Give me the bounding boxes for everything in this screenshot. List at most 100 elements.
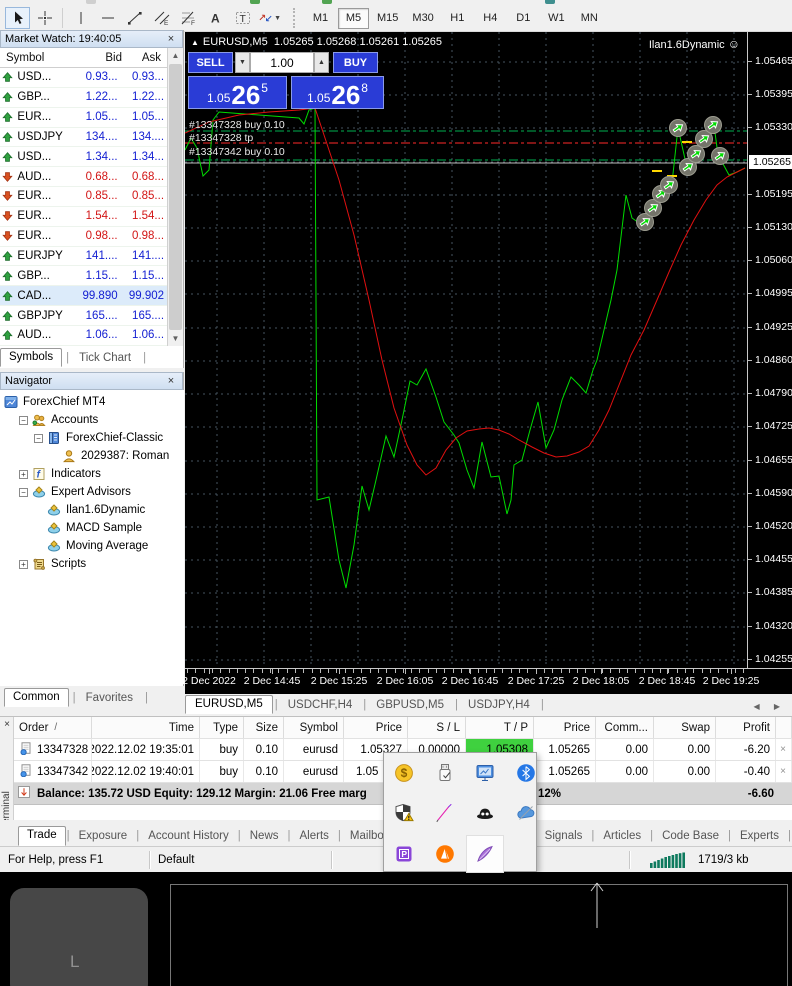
column-symbol[interactable]: Symbol — [284, 717, 344, 738]
currency-dollar-icon[interactable]: $ — [385, 754, 423, 792]
navigator-item-indicators[interactable]: +fIndicators — [0, 465, 184, 483]
timeframe-m1-button[interactable]: M1 — [305, 8, 336, 29]
close-icon[interactable]: × — [164, 33, 178, 45]
sell-price-display[interactable]: 1.05 26 5 — [188, 76, 287, 109]
terminal-tab-articles[interactable]: Articles — [595, 828, 649, 846]
close-icon[interactable]: × — [0, 719, 14, 730]
bluetooth-icon[interactable] — [507, 754, 545, 792]
column-s-l[interactable]: S / L — [408, 717, 466, 738]
price-axis[interactable]: 1.054651.053951.053301.052651.051951.051… — [747, 32, 792, 668]
timeframe-m5-button[interactable]: M5 — [338, 8, 369, 29]
market-watch-scrollbar[interactable]: ▲ ▼ — [167, 48, 183, 346]
clipboard-manager-icon[interactable]: P — [385, 835, 423, 873]
column-t-p[interactable]: T / P — [466, 717, 534, 738]
market-watch-row[interactable]: USD...0.93...0.93... — [0, 68, 168, 88]
column-comm-[interactable]: Comm... — [596, 717, 654, 738]
column-ask[interactable]: Ask — [122, 52, 166, 64]
stylus-pen-icon[interactable] — [426, 794, 464, 832]
terminal-tab-alerts[interactable]: Alerts — [292, 828, 337, 846]
timeframe-d1-button[interactable]: D1 — [508, 8, 539, 29]
scroll-up-icon[interactable]: ▲ — [168, 48, 183, 63]
market-watch-row[interactable]: EUR...0.98...0.98... — [0, 227, 168, 247]
collapse-icon[interactable]: − — [19, 488, 28, 497]
cloud-offline-icon[interactable] — [507, 794, 545, 832]
timeframe-h1-button[interactable]: H1 — [442, 8, 473, 29]
navigator-item-expert-advisors[interactable]: −Expert Advisors — [0, 483, 184, 501]
feather-tool-icon[interactable] — [466, 835, 504, 873]
tab-tick-chart[interactable]: Tick Chart — [71, 350, 139, 367]
column-size[interactable]: Size — [244, 717, 284, 738]
chart-tab-usdchf-h4[interactable]: USDCHF,H4 — [279, 697, 362, 714]
terminal-tab-experts[interactable]: Experts — [732, 828, 787, 846]
column-price[interactable]: Price — [534, 717, 596, 738]
volume-increase-icon[interactable]: ▲ — [314, 52, 329, 73]
chart-expand-icon[interactable]: ▲ — [191, 38, 199, 47]
terminal-tab-code-base[interactable]: Code Base — [654, 828, 727, 846]
timeframe-m30-button[interactable]: M30 — [406, 8, 439, 29]
navigator-item-moving-average[interactable]: Moving Average — [0, 537, 184, 555]
navigator-item-accounts[interactable]: −Accounts — [0, 411, 184, 429]
market-watch-row[interactable]: GBPJPY165....165.... — [0, 306, 168, 326]
column-time[interactable]: Time — [92, 717, 200, 738]
scroll-down-icon[interactable]: ▼ — [168, 331, 183, 346]
tool-vertical-line-button[interactable] — [68, 7, 93, 29]
timeframe-w1-button[interactable]: W1 — [541, 8, 572, 29]
up-arrow-icon[interactable] — [588, 880, 606, 930]
column-order[interactable]: Order/ — [14, 717, 92, 738]
column-swap[interactable]: Swap — [654, 717, 716, 738]
tab-scroll-arrows[interactable]: ◀ ▶ — [747, 702, 792, 714]
avast-antivirus-icon[interactable] — [426, 835, 464, 873]
terminal-tab-account-history[interactable]: Account History — [140, 828, 237, 846]
timeframe-h4-button[interactable]: H4 — [475, 8, 506, 29]
column-profit[interactable]: Profit — [716, 717, 776, 738]
column-type[interactable]: Type — [200, 717, 244, 738]
buy-price-display[interactable]: 1.05 26 8 — [291, 76, 384, 109]
tool-cursor-button[interactable] — [5, 7, 30, 29]
collapse-icon[interactable]: − — [19, 416, 28, 425]
tool-text-button[interactable]: A — [203, 7, 228, 29]
close-icon[interactable]: × — [164, 375, 178, 387]
chevron-down-icon[interactable]: ▼ — [274, 15, 281, 22]
sell-button[interactable]: SELL — [188, 52, 233, 73]
scrollbar-thumb[interactable] — [169, 64, 182, 330]
timeframe-mn-button[interactable]: MN — [574, 8, 605, 29]
column-symbol[interactable]: Symbol — [0, 52, 78, 64]
market-watch-row[interactable]: AUD...0.68...0.68... — [0, 167, 168, 187]
tool-text-label-button[interactable]: T — [230, 7, 255, 29]
navigator-item-2029387-roman[interactable]: 2029387: Roman — [0, 447, 184, 465]
market-watch-row[interactable]: EUR...1.54...1.54... — [0, 207, 168, 227]
tool-arrows-button[interactable]: ▼ — [257, 7, 282, 29]
chart-window[interactable]: ▲EURUSD,M5 1.05265 1.05268 1.05261 1.052… — [185, 32, 792, 668]
navigator-item-ilan1-6dynamic[interactable]: Ilan1.6Dynamic — [0, 501, 184, 519]
volume-decrease-icon[interactable]: ▼ — [235, 52, 250, 73]
collapse-icon[interactable]: − — [34, 434, 43, 443]
market-watch-row[interactable]: AUD...1.06...1.06... — [0, 326, 168, 346]
market-watch-row[interactable]: EUR...0.85...0.85... — [0, 187, 168, 207]
chart-tab-gbpusd-m5[interactable]: GBPUSD,M5 — [367, 697, 453, 714]
time-axis[interactable]: 2 Dec 20222 Dec 14:452 Dec 15:252 Dec 16… — [185, 668, 792, 694]
market-watch-row[interactable]: EURJPY141....141.... — [0, 247, 168, 267]
close-order-button[interactable]: × — [776, 761, 792, 782]
tool-equidistant-channel-button[interactable]: E — [149, 7, 174, 29]
security-shield-warning-icon[interactable] — [385, 794, 423, 832]
column-price[interactable]: Price — [344, 717, 408, 738]
terminal-tab-exposure[interactable]: Exposure — [71, 828, 136, 846]
navigator-item-scripts[interactable]: +Scripts — [0, 555, 184, 573]
toolbar-drag-handle[interactable] — [293, 8, 298, 28]
market-watch-row[interactable]: USDJPY134....134.... — [0, 128, 168, 148]
tool-fibonacci-button[interactable]: F — [176, 7, 201, 29]
usb-device-icon[interactable] — [426, 754, 464, 792]
column-bid[interactable]: Bid — [78, 52, 122, 64]
tab-symbols[interactable]: Symbols — [0, 348, 62, 367]
tool-crosshair-button[interactable] — [32, 7, 57, 29]
tab-favorites[interactable]: Favorites — [78, 690, 141, 707]
timeframe-m15-button[interactable]: M15 — [371, 8, 404, 29]
market-watch-row[interactable]: GBP...1.15...1.15... — [0, 266, 168, 286]
remote-desktop-icon[interactable] — [466, 754, 504, 792]
overlay-key[interactable]: L — [10, 888, 148, 986]
spy-agent-icon[interactable] — [466, 794, 504, 832]
terminal-tab-trade[interactable]: Trade — [18, 826, 66, 846]
column-close[interactable] — [776, 717, 792, 738]
chart-tab-usdjpy-h4[interactable]: USDJPY,H4 — [459, 697, 539, 714]
navigator-item-macd-sample[interactable]: MACD Sample — [0, 519, 184, 537]
